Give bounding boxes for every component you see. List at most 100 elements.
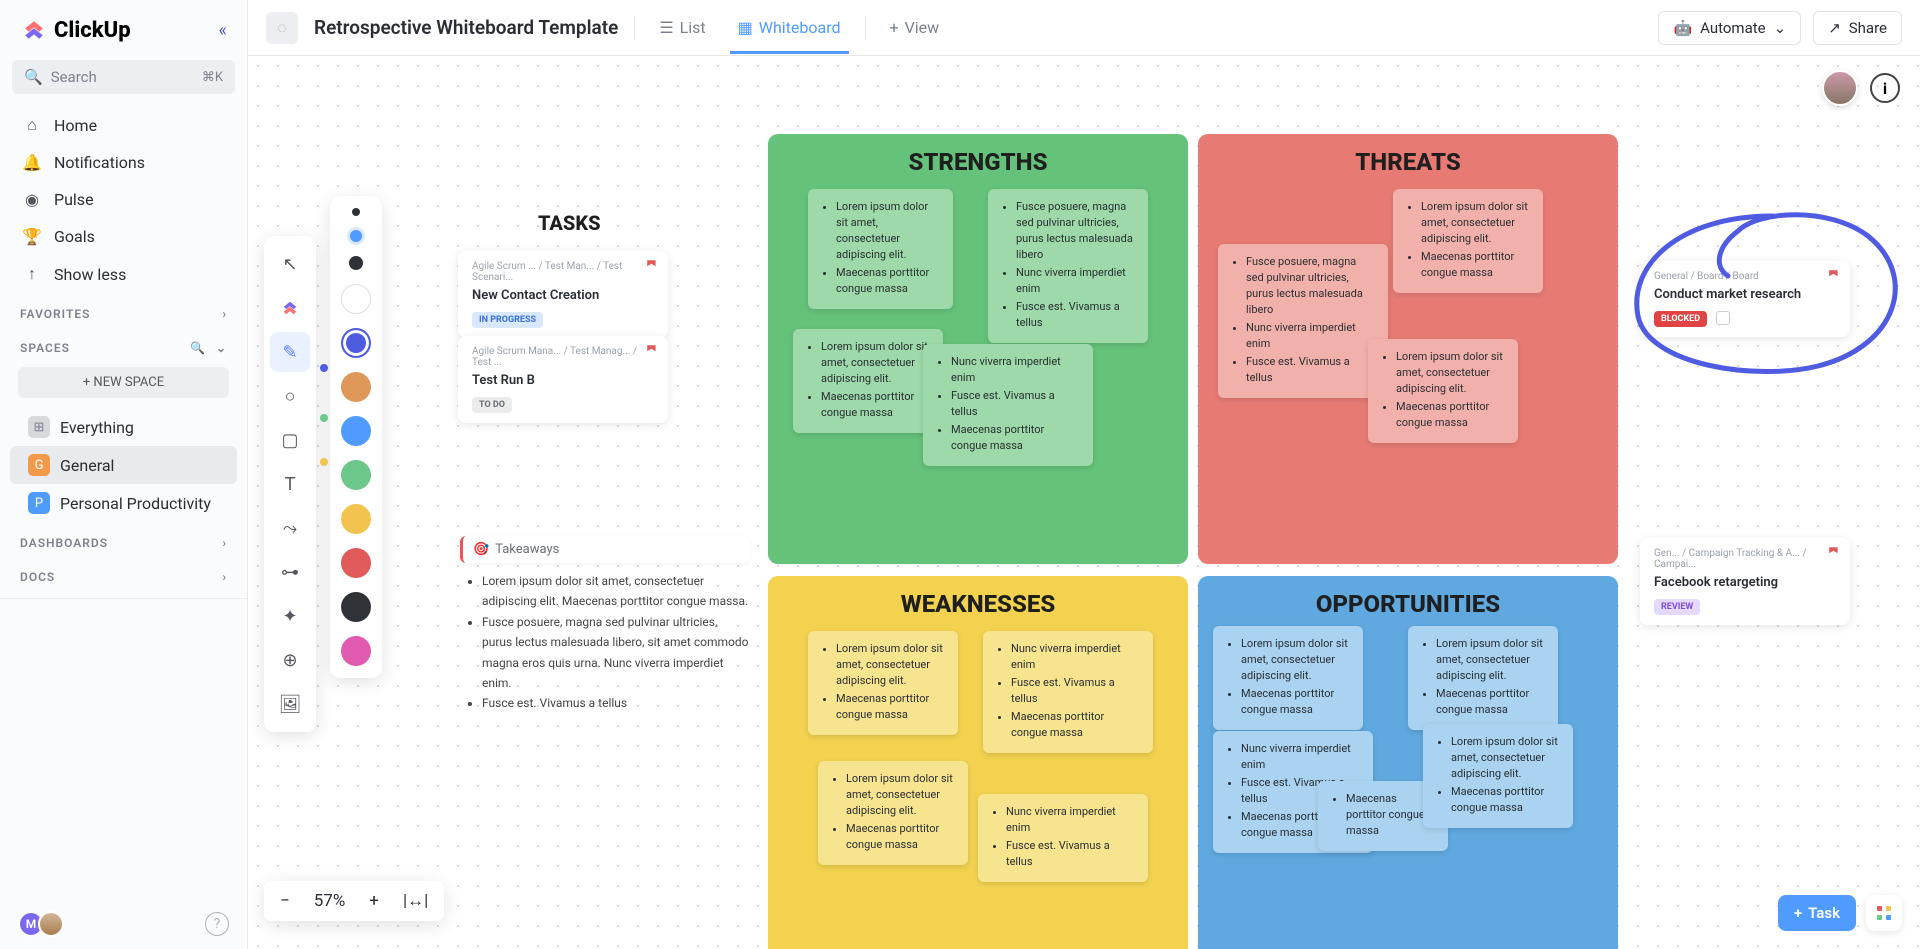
- color-palette: [330, 196, 382, 678]
- color-red[interactable]: [341, 548, 371, 578]
- docs-header[interactable]: DOCS›: [0, 556, 247, 599]
- search-shortcut: ⌘K: [202, 70, 223, 85]
- zoom-control: − 57% + |↔|: [264, 881, 444, 921]
- sidebar: ClickUp « 🔍 Search ⌘K ⌂Home 🔔Notificatio…: [0, 0, 248, 949]
- tool-text[interactable]: T: [270, 464, 310, 504]
- takeaways-block: 🎯 Takeaways Lorem ipsum dolor sit amet, …: [460, 536, 750, 714]
- brand-logo[interactable]: ClickUp: [20, 16, 131, 44]
- spaces-header: SPACES 🔍 ⌄: [0, 327, 247, 361]
- task-1-title: New Contact Creation: [472, 288, 654, 303]
- tool-clickup[interactable]: [270, 288, 310, 328]
- new-space-button[interactable]: + NEW SPACE: [18, 367, 229, 398]
- color-green[interactable]: [341, 460, 371, 490]
- whiteboard-tab-icon: ▦: [738, 18, 753, 37]
- tab-whiteboard[interactable]: ▦Whiteboard: [730, 1, 849, 54]
- whiteboard-canvas[interactable]: i ↖ ✎ ○ ▢ T ⤳ ⊶ ✦ ⊕ 🖼 − 57% + |↔|: [248, 56, 1920, 949]
- apps-button[interactable]: [1866, 895, 1902, 931]
- space-everything[interactable]: ⊞Everything: [10, 408, 237, 446]
- tool-image[interactable]: 🖼: [270, 684, 310, 724]
- help-icon[interactable]: ?: [205, 912, 229, 936]
- whiteboard-icon[interactable]: ◌: [266, 12, 298, 44]
- pen-size-med[interactable]: [350, 230, 362, 242]
- list-icon: ☰: [659, 18, 673, 37]
- color-yellow[interactable]: [341, 504, 371, 534]
- tool-cursor[interactable]: ↖: [270, 244, 310, 284]
- brand-name: ClickUp: [54, 18, 131, 43]
- task-2-title: Test Run B: [472, 373, 654, 388]
- tool-web[interactable]: ⊕: [270, 640, 310, 680]
- workspace-avatars[interactable]: M: [18, 911, 58, 937]
- tool-pen[interactable]: ✎: [270, 332, 310, 372]
- page-header: ◌ Retrospective Whiteboard Template ☰Lis…: [248, 0, 1920, 56]
- chevron-down-icon: ⌄: [1774, 19, 1787, 37]
- search-spaces-icon[interactable]: 🔍: [190, 341, 206, 355]
- plus-icon: +: [1794, 904, 1802, 922]
- nav-home[interactable]: ⌂Home: [0, 106, 247, 144]
- chevron-up-icon: ↑: [22, 264, 42, 284]
- search-icon: 🔍: [24, 68, 43, 86]
- tool-mindmap[interactable]: ⊶: [270, 552, 310, 592]
- space-personal[interactable]: PPersonal Productivity: [10, 484, 237, 522]
- pen-size-large[interactable]: [349, 256, 363, 270]
- color-pink[interactable]: [341, 636, 371, 666]
- nav-pulse[interactable]: ◉Pulse: [0, 181, 247, 218]
- task-2-breadcrumb: Agile Scrum Mana... / Test Manag... / Te…: [472, 346, 654, 368]
- robot-icon: 🤖: [1673, 19, 1692, 37]
- task-1-breadcrumb: Agile Scrum ... / Test Man... / Test Sce…: [472, 261, 654, 283]
- checkbox-icon[interactable]: [1716, 311, 1730, 325]
- drawing-toolbox: ↖ ✎ ○ ▢ T ⤳ ⊶ ✦ ⊕ 🖼: [264, 236, 316, 732]
- fit-width-button[interactable]: |↔|: [403, 891, 428, 911]
- share-icon: ↗: [1828, 19, 1841, 37]
- nav-show-less[interactable]: ↑Show less: [0, 255, 247, 293]
- collapse-sidebar-icon[interactable]: «: [219, 20, 227, 41]
- home-icon: ⌂: [22, 115, 42, 135]
- quad-strengths[interactable]: STRENGTHS Lorem ipsum dolor sit amet, co…: [768, 134, 1188, 564]
- trophy-icon: 🏆: [22, 227, 42, 246]
- color-blue[interactable]: [341, 328, 371, 358]
- chevron-right-icon: ›: [222, 570, 227, 584]
- tool-shape[interactable]: ○: [270, 376, 310, 416]
- chevron-right-icon: ›: [222, 536, 227, 550]
- chevron-right-icon: ›: [222, 307, 227, 321]
- space-general[interactable]: GGeneral: [10, 446, 237, 484]
- nav-notifications[interactable]: 🔔Notifications: [0, 144, 247, 181]
- takeaways-heading[interactable]: 🎯 Takeaways: [460, 536, 750, 563]
- color-lightblue[interactable]: [341, 416, 371, 446]
- quad-opportunities[interactable]: OPPORTUNITIES Lorem ipsum dolor sit amet…: [1198, 576, 1618, 949]
- zoom-in-button[interactable]: +: [369, 891, 379, 911]
- pen-size-small[interactable]: [352, 208, 360, 216]
- tasks-heading: TASKS: [538, 211, 601, 235]
- automate-button[interactable]: 🤖 Automate ⌄: [1658, 11, 1801, 45]
- share-button[interactable]: ↗ Share: [1813, 11, 1902, 45]
- color-white[interactable]: [341, 284, 371, 314]
- zoom-value: 57%: [314, 891, 346, 911]
- card-facebook[interactable]: Gen... / Campaign Tracking & A... / Camp…: [1640, 538, 1850, 625]
- card-research[interactable]: General / Board / Board Conduct market r…: [1640, 261, 1850, 337]
- add-view-button[interactable]: +View: [882, 1, 948, 54]
- search-input[interactable]: 🔍 Search ⌘K: [12, 60, 235, 94]
- quad-weaknesses[interactable]: WEAKNESSES Lorem ipsum dolor sit amet, c…: [768, 576, 1188, 949]
- tab-list[interactable]: ☰List: [651, 1, 713, 54]
- chevron-down-icon[interactable]: ⌄: [216, 341, 227, 355]
- task-1-status: IN PROGRESS: [472, 312, 543, 328]
- user-avatar[interactable]: [1822, 70, 1858, 106]
- bell-icon: 🔔: [22, 153, 42, 172]
- task-card-1[interactable]: Agile Scrum ... / Test Man... / Test Sce…: [458, 251, 668, 338]
- tool-sticky[interactable]: ▢: [270, 420, 310, 460]
- info-icon[interactable]: i: [1870, 73, 1900, 103]
- plus-icon: +: [890, 18, 899, 37]
- new-task-button[interactable]: +Task: [1778, 895, 1856, 931]
- color-orange[interactable]: [341, 372, 371, 402]
- task-2-status: TO DO: [472, 397, 512, 413]
- dashboards-header[interactable]: DASHBOARDS›: [0, 522, 247, 556]
- tool-ai[interactable]: ✦: [270, 596, 310, 636]
- page-title: Retrospective Whiteboard Template: [314, 16, 618, 39]
- zoom-out-button[interactable]: −: [280, 891, 290, 911]
- pulse-icon: ◉: [22, 190, 42, 209]
- nav-goals[interactable]: 🏆Goals: [0, 218, 247, 255]
- color-black[interactable]: [341, 592, 371, 622]
- tool-connector[interactable]: ⤳: [270, 508, 310, 548]
- quad-threats[interactable]: THREATS Lorem ipsum dolor sit amet, cons…: [1198, 134, 1618, 564]
- favorites-header[interactable]: FAVORITES ›: [0, 293, 247, 327]
- task-card-2[interactable]: Agile Scrum Mana... / Test Manag... / Te…: [458, 336, 668, 423]
